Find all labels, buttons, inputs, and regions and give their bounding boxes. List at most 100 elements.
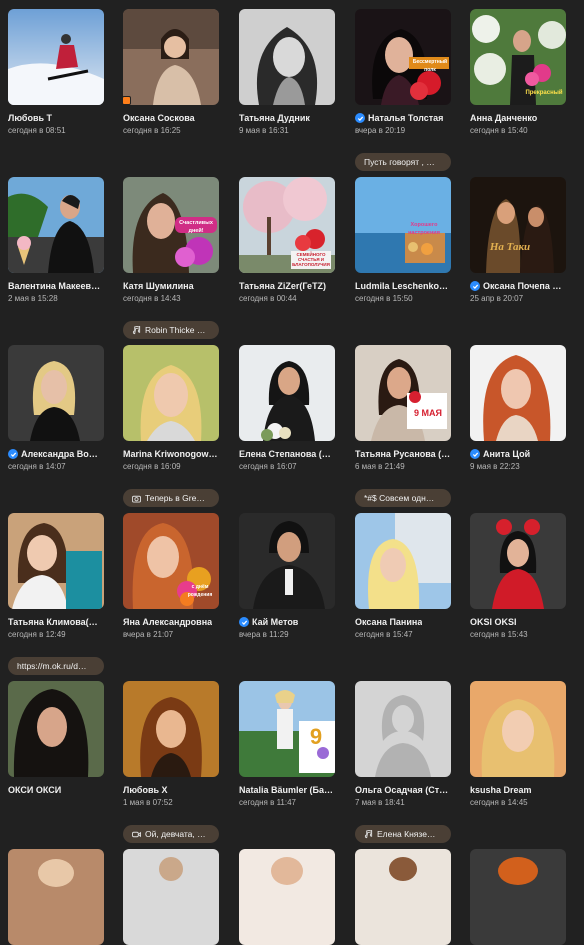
friend-name[interactable]: Ольга Осадчая (Ст… [355, 785, 455, 795]
friend-name[interactable]: Катя Шумилина [123, 281, 223, 291]
friend-name[interactable]: Анна Данченко [470, 113, 570, 123]
avatar[interactable] [123, 681, 219, 777]
friend-name[interactable]: Любовь Т [8, 113, 108, 123]
avatar[interactable] [8, 513, 104, 609]
sticker-text: Бессмертный полк [412, 59, 448, 73]
friend-name[interactable]: Ludmila Leschenko… [355, 281, 455, 291]
verified-badge-icon [470, 281, 480, 291]
avatar[interactable]: СЕМЕЙНОГО СЧАСТЬЯ И БЛАГОПОЛУЧИЯ [239, 177, 335, 273]
default-avatar-icon [355, 681, 451, 777]
last-seen: сегодня в 16:07 [239, 462, 297, 471]
friend-name[interactable]: Татьяна Климова(… [8, 617, 108, 627]
verified-badge-icon [470, 449, 480, 459]
status-pill[interactable]: Пусть говорят , … [355, 153, 451, 171]
friend-name[interactable]: Татьяна ZiZer(ГеТZ) [239, 281, 339, 291]
friend-name[interactable]: ОКСИ ОКСИ [8, 785, 108, 795]
avatar[interactable]: Хорошего настроения [355, 177, 451, 273]
avatar[interactable] [470, 513, 566, 609]
avatar[interactable]: Счастливых дней! [123, 177, 219, 273]
video-icon [132, 830, 141, 839]
sticker-text: с днём рождения [187, 584, 213, 598]
avatar[interactable]: Бессмертный полк [355, 9, 451, 105]
avatar[interactable] [8, 849, 104, 945]
avatar[interactable] [239, 849, 335, 945]
last-seen: 2 мая в 15:28 [8, 294, 58, 303]
verified-badge-icon [8, 449, 18, 459]
camera-icon [132, 494, 141, 503]
avatar[interactable] [355, 513, 451, 609]
last-seen: сегодня в 15:47 [355, 630, 413, 639]
avatar[interactable]: 9 МАЯ [355, 345, 451, 441]
last-seen: 9 мая в 22:23 [470, 462, 520, 471]
status-pill[interactable]: Елена Князе… [355, 825, 451, 843]
friend-name[interactable]: Валентина Макеев… [8, 281, 108, 291]
avatar[interactable] [8, 681, 104, 777]
status-pill[interactable]: Теперь в Gre… [123, 489, 219, 507]
avatar[interactable] [123, 345, 219, 441]
avatar[interactable]: На Таки [470, 177, 566, 273]
avatar[interactable] [470, 345, 566, 441]
avatar[interactable] [239, 9, 335, 105]
avatar[interactable]: с днём рождения [123, 513, 219, 609]
friend-name[interactable]: Оксана Соскова [123, 113, 223, 123]
avatar[interactable] [8, 9, 104, 105]
avatar[interactable] [470, 849, 566, 945]
avatar[interactable]: Прекрасный [470, 9, 566, 105]
last-seen: вчера в 21:07 [123, 630, 174, 639]
status-pill[interactable]: https://m.ok.ru/d… [8, 657, 104, 675]
friend-name[interactable]: Кай Метов [239, 617, 339, 627]
friend-name[interactable]: OKSI OKSI [470, 617, 570, 627]
verified-badge-icon [239, 617, 249, 627]
last-seen: сегодня в 15:43 [470, 630, 528, 639]
last-seen: сегодня в 14:43 [123, 294, 181, 303]
last-seen: сегодня в 14:45 [470, 798, 528, 807]
friend-name[interactable]: ksusha Dream [470, 785, 570, 795]
status-pill[interactable]: Robin Thicke … [123, 321, 219, 339]
friend-name[interactable]: Любовь Х [123, 785, 223, 795]
friend-name[interactable]: Татьяна Дудник [239, 113, 339, 123]
sticker-text: На Таки [489, 241, 531, 253]
avatar[interactable] [355, 849, 451, 945]
friend-name[interactable]: Наталья Толстая [355, 113, 455, 123]
sticker-text: СЕМЕЙНОГО СЧАСТЬЯ И БЛАГОПОЛУЧИЯ [292, 252, 330, 267]
last-seen: вчера в 20:19 [355, 126, 406, 135]
avatar[interactable]: 9 [239, 681, 335, 777]
sticker-text: 9 МАЯ [414, 408, 442, 418]
last-seen: 7 мая в 18:41 [355, 798, 405, 807]
sticker-text: Хорошего настроения [408, 222, 440, 236]
avatar placeholder[interactable] [355, 681, 451, 777]
last-seen: вчера в 11:29 [239, 630, 289, 639]
last-seen: сегодня в 08:51 [8, 126, 66, 135]
avatar[interactable] [123, 9, 219, 105]
avatar[interactable] [123, 849, 219, 945]
sticker-text: Счастливых дней! [179, 220, 213, 234]
avatar[interactable] [239, 513, 335, 609]
friend-name[interactable]: Оксана Почепа … [470, 281, 570, 291]
music-note-icon [364, 829, 373, 839]
avatar[interactable] [8, 345, 104, 441]
friend-name[interactable]: Оксана Панина [355, 617, 455, 627]
last-seen: сегодня в 15:40 [470, 126, 528, 135]
last-seen: сегодня в 11:47 [239, 798, 297, 807]
last-seen: 25 апр в 20:07 [470, 294, 524, 303]
friend-name[interactable]: Александра Во… [8, 449, 108, 459]
avatar[interactable] [239, 345, 335, 441]
status-pill[interactable]: Ой, девчата, … [123, 825, 219, 843]
friend-name[interactable]: Елена Степанова (… [239, 449, 339, 459]
friend-name[interactable]: Marina Kriwonogow… [123, 449, 223, 459]
friend-name[interactable]: Яна Александровна [123, 617, 223, 627]
last-seen: сегодня в 12:49 [8, 630, 66, 639]
last-seen: 9 мая в 16:31 [239, 126, 289, 135]
last-seen: сегодня в 16:09 [123, 462, 181, 471]
sticker-text: 9 [309, 724, 323, 749]
online-indicator [122, 96, 131, 105]
friend-name[interactable]: Анита Цой [470, 449, 570, 459]
verified-badge-icon [355, 113, 365, 123]
status-pill[interactable]: *#$ Совсем одн… [355, 489, 451, 507]
last-seen: сегодня в 16:25 [123, 126, 181, 135]
last-seen: 6 мая в 21:49 [355, 462, 405, 471]
avatar[interactable] [8, 177, 104, 273]
avatar[interactable] [470, 681, 566, 777]
friend-name[interactable]: Natalia Bäumler (Ба… [239, 785, 339, 795]
friend-name[interactable]: Татьяна Русанова (… [355, 449, 455, 459]
